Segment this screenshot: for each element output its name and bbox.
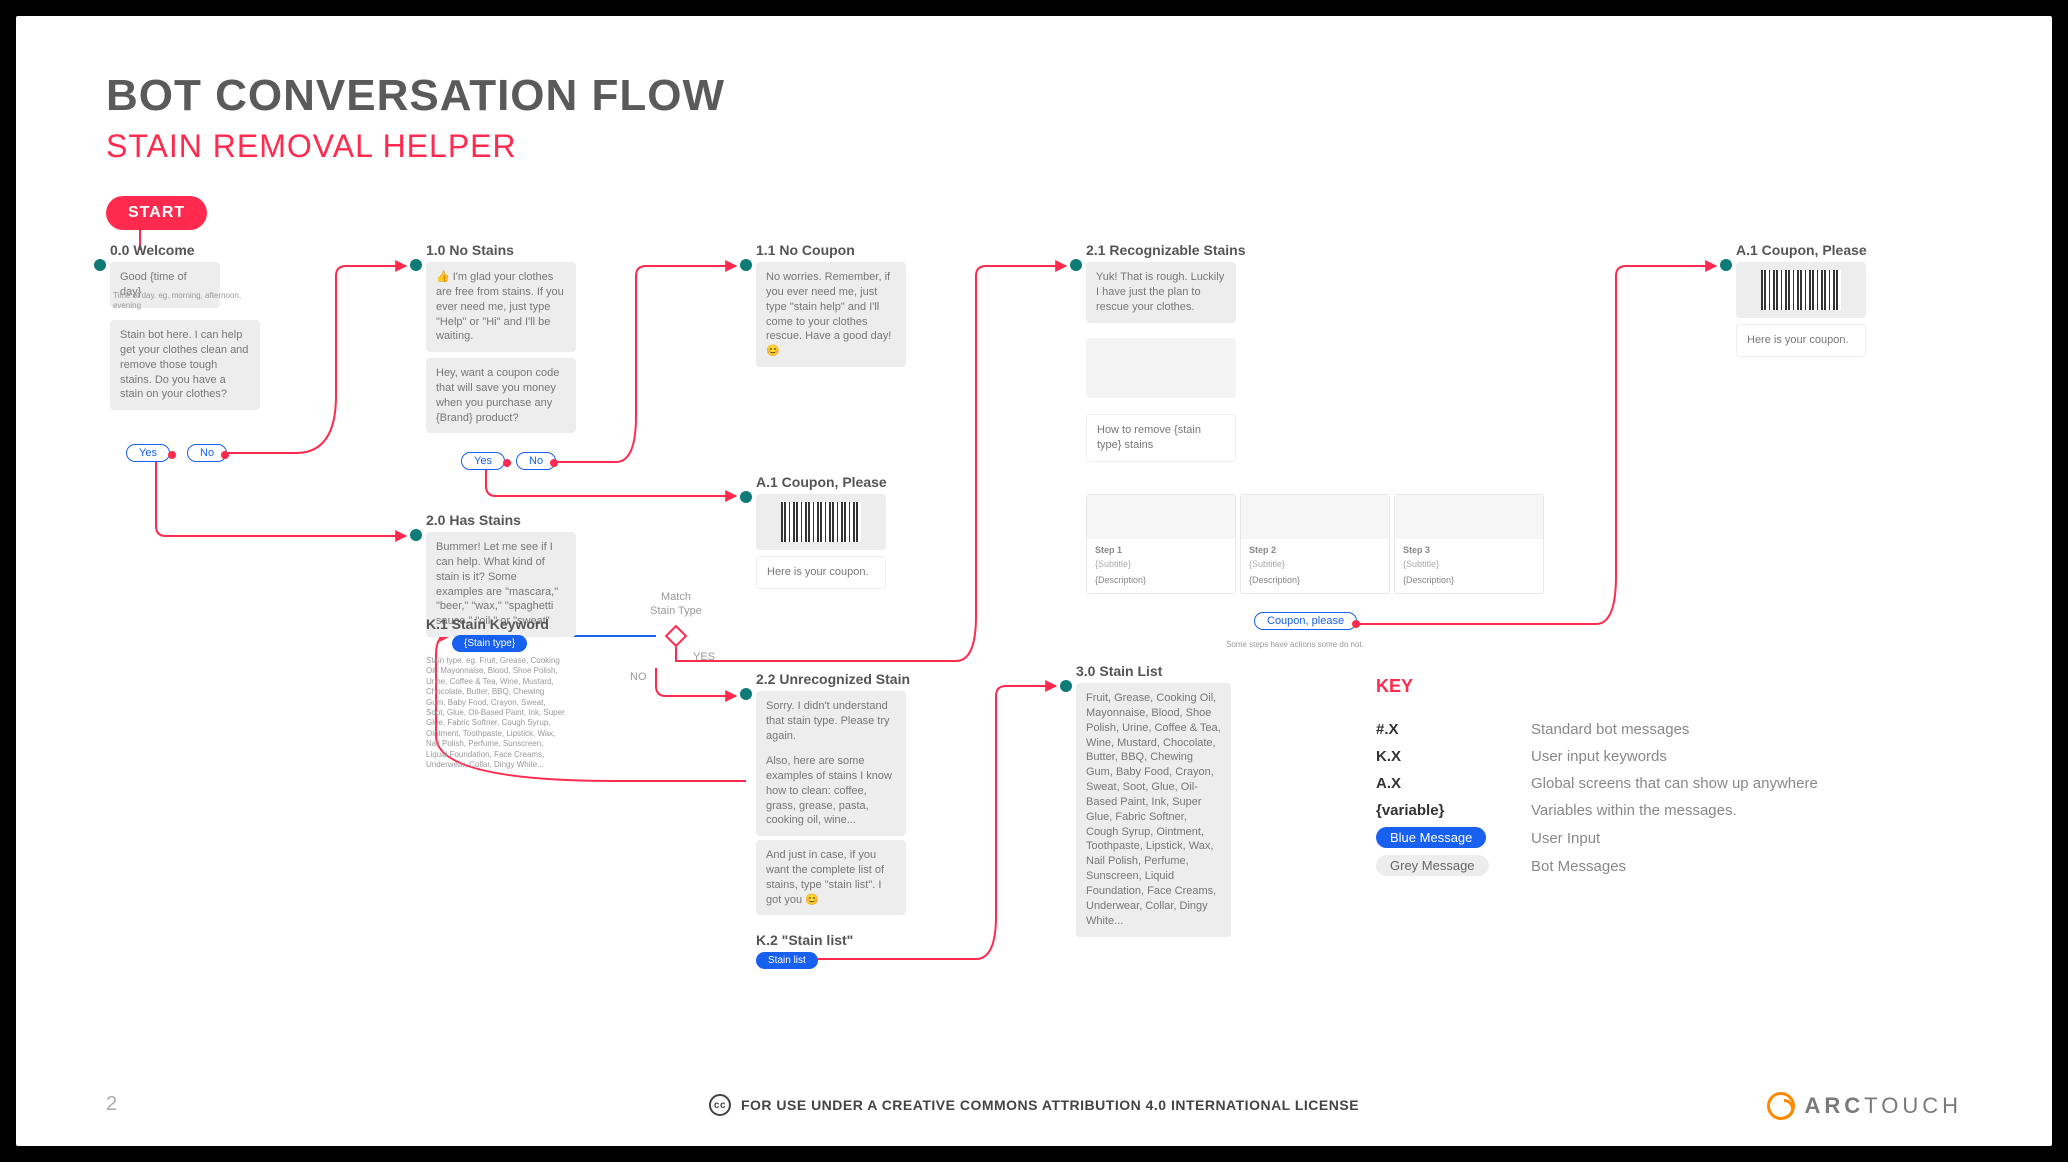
match-label: Match Stain Type xyxy=(633,590,719,619)
node-dot-a1 xyxy=(740,491,752,503)
label-30: 3.0 Stain List xyxy=(1076,663,1162,679)
msg-30: Fruit, Grease, Cooking Oil, Mayonnaise, … xyxy=(1076,683,1231,937)
note-21: Some steps have actions some do not. xyxy=(1226,640,1364,650)
key-row-k: K.XUser input keywords xyxy=(1376,748,1818,765)
pink-dot-00-yes xyxy=(168,451,176,459)
node-dot-10 xyxy=(410,259,422,271)
pink-dot-coupon xyxy=(1352,620,1360,628)
msg-21-img xyxy=(1086,338,1236,398)
license-text: FOR USE UNDER A CREATIVE COMMONS ATTRIBU… xyxy=(741,1097,1359,1113)
page-number: 2 xyxy=(106,1093,117,1116)
brand-logo-icon xyxy=(1767,1092,1795,1120)
cc-icon: cc xyxy=(709,1094,731,1116)
msg-21-1: Yuk! That is rough. Luckily I have just … xyxy=(1086,262,1236,323)
barcode-a1 xyxy=(756,494,886,550)
key-row-grey: Grey MessageBot Messages xyxy=(1376,857,1818,875)
msg-a1: Here is your coupon. xyxy=(756,556,886,589)
title-sub: STAIN REMOVAL HELPER xyxy=(106,128,517,165)
node-dot-30 xyxy=(1060,680,1072,692)
match-no: NO xyxy=(630,670,647,684)
key-row-a: A.XGlobal screens that can show up anywh… xyxy=(1376,775,1818,792)
connectors xyxy=(16,16,2052,1146)
label-k2: K.2 "Stain list" xyxy=(756,932,853,948)
label-a1: A.1 Coupon, Please xyxy=(756,474,887,490)
msg-00-2: Stain bot here. I can help get your clot… xyxy=(110,320,260,410)
key-row-std: #.XStandard bot messages xyxy=(1376,721,1818,738)
msg-10-1: 👍 I'm glad your clothes are free from st… xyxy=(426,262,576,352)
label-k1: K.1 Stain Keyword xyxy=(426,616,549,632)
step-card-3: Step 3 {Subtitle} {Description} xyxy=(1394,494,1544,594)
node-dot-00 xyxy=(94,259,106,271)
slide: BOT CONVERSATION FLOW STAIN REMOVAL HELP… xyxy=(16,16,2052,1146)
blue-dot-k2 xyxy=(808,956,816,964)
blue-dot-k1 xyxy=(516,640,524,648)
label-21: 2.1 Recognizable Stains xyxy=(1086,242,1246,258)
footer-license: cc FOR USE UNDER A CREATIVE COMMONS ATTR… xyxy=(709,1094,1359,1116)
key-box: KEY #.XStandard bot messages K.XUser inp… xyxy=(1376,676,1818,885)
brand: ARCTOUCH xyxy=(1767,1092,1963,1120)
brand-text-1: ARC xyxy=(1805,1093,1865,1118)
label-20: 2.0 Has Stains xyxy=(426,512,521,528)
barcode-a1b xyxy=(1736,262,1866,318)
choice-coupon-please[interactable]: Coupon, please xyxy=(1254,612,1357,630)
msg-10-2: Hey, want a coupon code that will save y… xyxy=(426,358,576,433)
brand-text-2: TOUCH xyxy=(1864,1093,1962,1118)
node-dot-21 xyxy=(1070,259,1082,271)
node-dot-22 xyxy=(740,688,752,700)
msg-11: No worries. Remember, if you ever need m… xyxy=(756,262,906,367)
msg-21-2: How to remove {stain type} stains xyxy=(1086,414,1236,462)
pink-dot-10-no xyxy=(550,459,558,467)
node-dot-a1b xyxy=(1720,259,1732,271)
diamond-icon xyxy=(665,625,688,648)
msg-a1b: Here is your coupon. xyxy=(1736,324,1866,357)
msg-22-3: And just in case, if you want the comple… xyxy=(756,840,906,915)
choice-10-yes[interactable]: Yes xyxy=(461,452,505,470)
label-00: 0.0 Welcome xyxy=(110,242,195,258)
msg-22-2: Also, here are some examples of stains I… xyxy=(756,746,906,836)
match-yes: YES xyxy=(693,650,715,664)
choice-00-yes[interactable]: Yes xyxy=(126,444,170,462)
node-dot-11 xyxy=(740,259,752,271)
key-row-blue: Blue MessageUser Input xyxy=(1376,829,1818,847)
note-00: Time of day. eg. morning, afternoon, eve… xyxy=(113,291,253,312)
key-row-var: {variable}Variables within the messages. xyxy=(1376,802,1818,819)
node-dot-20 xyxy=(410,529,422,541)
step-card-2: Step 2 {Subtitle} {Description} xyxy=(1240,494,1390,594)
label-10: 1.0 No Stains xyxy=(426,242,514,258)
title-main: BOT CONVERSATION FLOW xyxy=(106,71,725,121)
label-11: 1.1 No Coupon xyxy=(756,242,855,258)
note-k1: Stain type. eg. Fruit, Grease, Cooking O… xyxy=(426,656,566,770)
step-card-1: Step 1 {Subtitle} {Description} xyxy=(1086,494,1236,594)
label-a1b: A.1 Coupon, Please xyxy=(1736,242,1867,258)
msg-22-1: Sorry. I didn't understand that stain ty… xyxy=(756,691,906,752)
pink-dot-00-no xyxy=(221,451,229,459)
start-pill: START xyxy=(106,196,207,230)
key-title: KEY xyxy=(1376,676,1818,697)
pink-dot-10-yes xyxy=(503,459,511,467)
label-22: 2.2 Unrecognized Stain xyxy=(756,671,910,687)
